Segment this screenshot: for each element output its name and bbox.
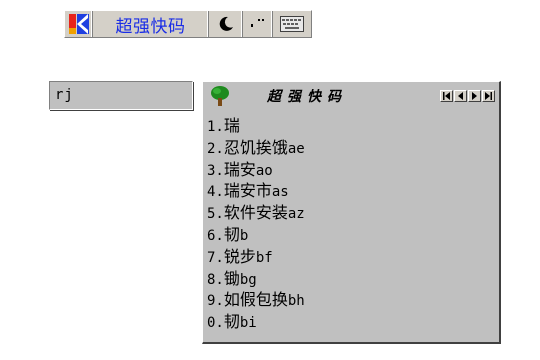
composition-text: rj <box>55 87 74 103</box>
next-page-icon[interactable] <box>468 90 481 102</box>
page-navigation <box>440 90 495 102</box>
candidate-item[interactable]: 6.韧b <box>207 224 495 246</box>
candidate-item[interactable]: 4.瑞安市as <box>207 180 495 202</box>
soft-keyboard-icon[interactable] <box>273 11 311 37</box>
candidate-item[interactable]: 0.韧bi <box>207 311 495 333</box>
candidate-item[interactable]: 2.忍饥挨饿ae <box>207 137 495 159</box>
ime-status-bar: 超强快码 <box>64 10 312 38</box>
candidate-list: 1.瑞 2.忍饥挨饿ae 3.瑞安ao 4.瑞安市as 5.软件安装az 6.韧… <box>207 115 495 338</box>
candidate-header: 超强快码 <box>203 82 499 110</box>
candidate-item[interactable]: 7.锐步bf <box>207 246 495 268</box>
candidate-item[interactable]: 8.锄bg <box>207 268 495 290</box>
first-page-icon[interactable] <box>440 90 453 102</box>
candidate-window-title: 超强快码 <box>267 89 347 105</box>
tree-icon <box>211 86 229 106</box>
candidate-window: 超强快码 1.瑞 2.忍饥挨饿ae 3.瑞安ao 4.瑞安市as 5.软件安装a… <box>202 81 501 344</box>
ime-name-button[interactable]: 超强快码 <box>93 11 209 37</box>
half-width-moon-icon[interactable] <box>209 11 243 37</box>
composition-input[interactable]: rj <box>49 81 193 110</box>
punctuation-mode-icon[interactable] <box>243 11 273 37</box>
ime-logo-icon[interactable] <box>65 11 93 37</box>
candidate-item[interactable]: 5.软件安装az <box>207 202 495 224</box>
prev-page-icon[interactable] <box>454 90 467 102</box>
candidate-item[interactable]: 3.瑞安ao <box>207 159 495 181</box>
ime-name-label: 超强快码 <box>115 16 186 37</box>
candidate-item[interactable]: 9.如假包换bh <box>207 289 495 311</box>
candidate-item[interactable]: 1.瑞 <box>207 115 495 137</box>
last-page-icon[interactable] <box>482 90 495 102</box>
